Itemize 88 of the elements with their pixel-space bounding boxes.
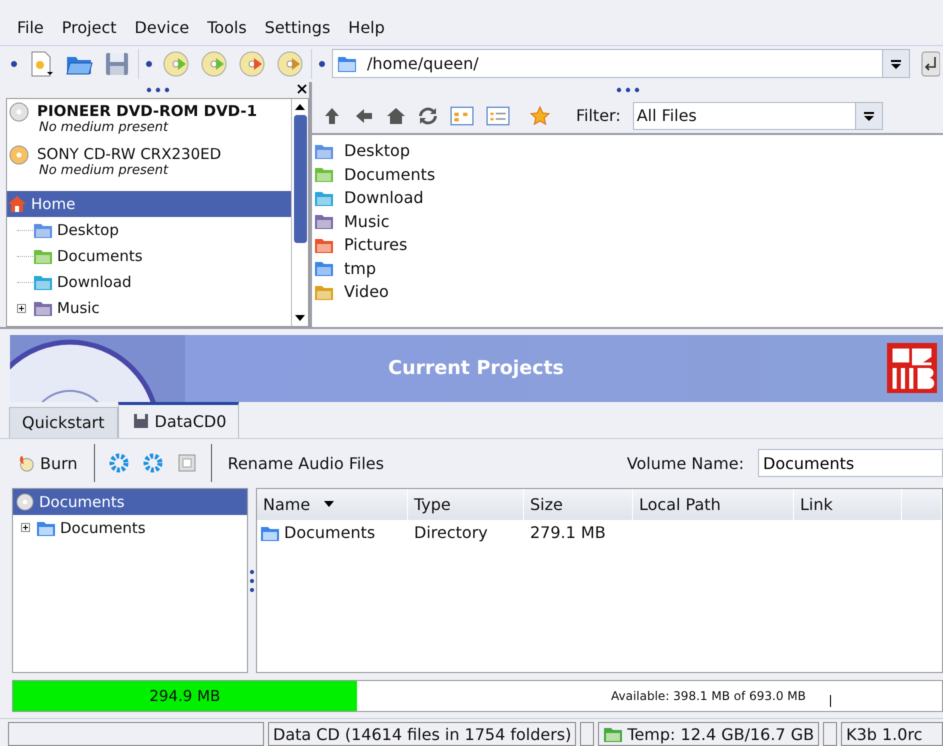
folder-entry[interactable]: Download (312, 186, 943, 210)
scrollbar[interactable] (291, 99, 308, 326)
properties-icon[interactable] (176, 453, 197, 474)
expand-icon[interactable] (21, 523, 30, 532)
menu-item[interactable]: Settings (264, 18, 330, 37)
dock-handle[interactable] (146, 87, 170, 94)
up-arrow-icon[interactable] (322, 106, 342, 126)
toolbar-handle[interactable] (11, 60, 17, 67)
column-header[interactable]: Size (524, 488, 633, 520)
list-view-icon[interactable] (486, 106, 510, 126)
column-header[interactable]: Link (794, 488, 902, 520)
column-header[interactable]: Name (257, 488, 408, 520)
status-text: Data CD (14614 files in 1754 folders) (268, 722, 576, 746)
music-folder-icon (33, 299, 53, 318)
desktop-folder-icon (33, 221, 53, 240)
folder-icon (603, 725, 624, 743)
folder-entry[interactable]: Documents (312, 162, 943, 186)
dock-handle[interactable] (616, 87, 640, 94)
tree-item[interactable]: Home (7, 191, 291, 218)
tree-item[interactable]: Desktop (33, 217, 119, 244)
used-size: 294.9 MB (149, 687, 220, 706)
table-cell: Documents (257, 520, 408, 546)
menu-item[interactable]: Help (348, 18, 385, 37)
folder-entry[interactable]: Desktop (312, 139, 943, 163)
folder-entry[interactable]: Video (312, 280, 943, 304)
splitter-handle[interactable] (249, 568, 255, 593)
table-cell-text: 279.1 MB (529, 522, 607, 544)
download-folder-icon (33, 273, 53, 292)
filter-label: Filter: (576, 106, 621, 126)
scroll-up-icon[interactable] (295, 103, 305, 112)
tree-item[interactable]: Documents (33, 243, 143, 270)
device-item[interactable]: SONY CD-RW CRX230ED No medium present (7, 142, 291, 186)
folder-icon (337, 54, 357, 73)
tree-item[interactable]: Documents (13, 488, 247, 515)
dropdown-button[interactable] (882, 50, 909, 78)
gear-icon[interactable] (108, 453, 129, 474)
menu-item[interactable]: Project (62, 18, 117, 37)
folder-entry[interactable]: tmp (312, 256, 943, 280)
device-item[interactable]: PIONEER DVD-ROM DVD-1 No medium present (7, 99, 291, 142)
table-cell-text: Directory (413, 522, 489, 544)
scroll-down-icon[interactable] (295, 314, 305, 322)
filter-dropdown[interactable]: All Files (632, 102, 883, 130)
menu-item[interactable]: File (17, 18, 44, 37)
enter-icon[interactable] (920, 50, 940, 78)
status-panel (580, 722, 594, 746)
status-text: K3b 1.0rc (841, 722, 943, 746)
close-icon[interactable] (297, 84, 307, 94)
rename-audio-files-button[interactable]: Rename Audio Files (226, 452, 386, 475)
device-name: PIONEER DVD-ROM DVD-1 (37, 102, 258, 120)
column-header[interactable]: Type (408, 488, 524, 520)
tab[interactable]: Quickstart (9, 406, 118, 438)
tab[interactable]: DataCD0 (118, 402, 240, 438)
banner-title: Current Projects (387, 357, 565, 380)
available-size: Available: 398.1 MB of 693.0 MB (611, 689, 806, 704)
disc-icon (9, 102, 29, 122)
device-name: SONY CD-RW CRX230ED (37, 145, 222, 164)
menu-item[interactable]: Tools (207, 18, 247, 37)
device-status: No medium present (38, 163, 170, 178)
folder-entry[interactable]: Pictures (312, 233, 943, 257)
column-header[interactable]: Local Path (633, 488, 794, 520)
menu-item[interactable]: Device (134, 18, 190, 37)
gear-icon[interactable] (142, 453, 163, 474)
cd-icon (9, 145, 29, 166)
toolbar-handle[interactable] (319, 60, 325, 67)
burn-button[interactable]: Burn (14, 452, 80, 475)
status-text: Temp: 12.4 GB/16.7 GB (598, 722, 820, 746)
disc-icon[interactable] (276, 50, 304, 78)
device-status: No medium present (38, 120, 170, 136)
reload-icon[interactable] (418, 106, 438, 126)
volume-name-label: Volume Name: (626, 454, 744, 473)
volume-name-field[interactable]: Documents (758, 449, 943, 478)
folder-entry[interactable]: Music (312, 210, 943, 234)
location-field[interactable]: /home/queen/ (332, 49, 910, 78)
tree-item[interactable]: Documents (36, 514, 146, 541)
sort-arrow-icon (324, 501, 334, 508)
tree-item[interactable]: Music (33, 295, 100, 322)
logo-icon (887, 343, 937, 394)
dropdown-arrow-icon (862, 110, 875, 121)
status-panel (823, 722, 838, 746)
home-icon[interactable] (386, 106, 406, 126)
disc-icon (15, 492, 35, 511)
disc-icon[interactable] (238, 50, 266, 78)
tree-item[interactable]: Download (33, 269, 132, 296)
dropdown-arrow-icon (890, 58, 902, 69)
icon-view-icon[interactable] (450, 106, 474, 126)
documents-folder-icon (33, 247, 53, 266)
star-icon[interactable] (530, 106, 550, 126)
toolbar-handle[interactable] (146, 60, 152, 67)
